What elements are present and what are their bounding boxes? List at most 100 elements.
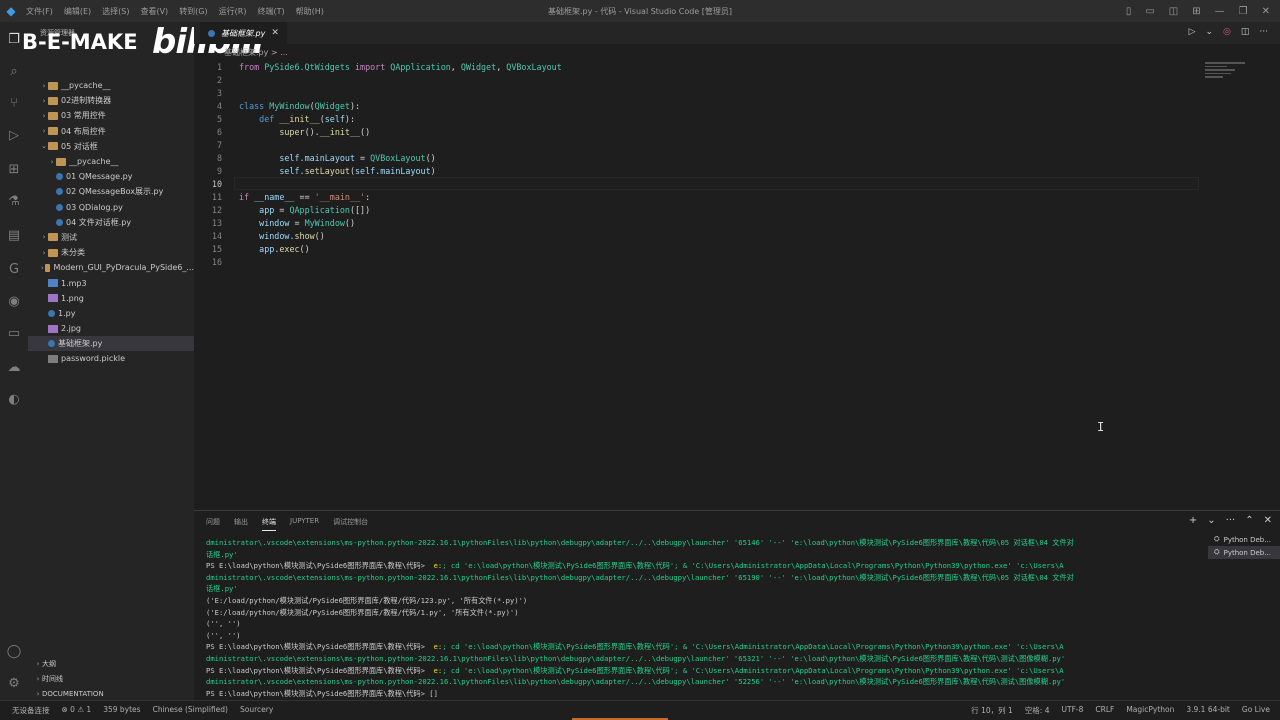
close-tab-icon[interactable]: ✕ bbox=[271, 28, 279, 38]
maximize-panel-icon[interactable]: ⌃ bbox=[1245, 515, 1253, 526]
status-item[interactable]: CRLF bbox=[1095, 705, 1114, 716]
tree-file[interactable]: 基础框架.py bbox=[28, 336, 194, 352]
editor-tabs: 基础框架.py ✕ ▷ ⌄ ◎ ◫ ··· bbox=[194, 22, 1280, 44]
book-icon[interactable]: ▤ bbox=[0, 224, 28, 246]
extensions-icon[interactable]: ⊞ bbox=[0, 158, 28, 180]
g-icon[interactable]: G bbox=[0, 258, 28, 280]
status-item[interactable]: 空格: 4 bbox=[1025, 705, 1050, 716]
tree-file[interactable]: 1.mp3 bbox=[28, 275, 194, 290]
terminal-output[interactable]: dministrator\.vscode\extensions\ms-pytho… bbox=[206, 537, 1191, 699]
status-item[interactable]: 359 bytes bbox=[103, 705, 140, 716]
panel-tab[interactable]: 输出 bbox=[234, 517, 248, 531]
source-control-icon[interactable]: ⑂ bbox=[0, 92, 28, 114]
window-controls: ▯ ▭ ◫ ⊞ — ❐ ✕ bbox=[1126, 0, 1280, 22]
toggle-panel-icon[interactable]: ▭ bbox=[1145, 6, 1154, 17]
code-token: QVBoxLayout bbox=[370, 152, 426, 163]
panel-tab[interactable]: 调试控制台 bbox=[333, 517, 368, 531]
line-number: 5 bbox=[216, 113, 222, 124]
close-window-button[interactable]: ✕ bbox=[1262, 6, 1270, 17]
menu-item[interactable]: 运行(R) bbox=[219, 6, 247, 17]
menu-item[interactable]: 查看(V) bbox=[140, 6, 168, 17]
menu-item[interactable]: 终端(T) bbox=[257, 6, 284, 17]
run-debug-icon[interactable]: ▷ bbox=[0, 124, 28, 146]
account-icon[interactable]: ◯ bbox=[0, 640, 28, 662]
tree-folder[interactable]: › __pycache__ bbox=[28, 154, 194, 169]
sidebar-section-0[interactable]: › 大纲 bbox=[28, 656, 194, 671]
tree-file[interactable]: 01 QMessage.py bbox=[28, 169, 194, 184]
tree-file[interactable]: 04 文件对话框.py bbox=[28, 215, 194, 230]
tree-file[interactable]: 1.png bbox=[28, 291, 194, 306]
tree-folder[interactable]: › 03 常用控件 bbox=[28, 108, 194, 123]
menu-item[interactable]: 帮助(H) bbox=[296, 6, 324, 17]
tree-item-label: 01 QMessage.py bbox=[66, 172, 133, 182]
minimap[interactable] bbox=[1205, 60, 1265, 90]
menu-item[interactable]: 编辑(E) bbox=[64, 6, 91, 17]
status-item[interactable]: Go Live bbox=[1242, 705, 1270, 716]
status-item[interactable]: 3.9.1 64-bit bbox=[1186, 705, 1230, 716]
code-token: , bbox=[450, 61, 461, 72]
image-file-icon bbox=[48, 324, 58, 333]
code-token: if bbox=[239, 191, 255, 202]
tree-folder[interactable]: › 测试 bbox=[28, 230, 194, 245]
split-editor-icon[interactable]: ◫ bbox=[1241, 27, 1250, 37]
tree-file[interactable]: 03 QDialog.py bbox=[28, 200, 194, 215]
breadcrumb[interactable]: 基础框架.py > ... bbox=[224, 47, 288, 58]
line-number: 8 bbox=[216, 152, 222, 163]
folder-icon[interactable]: ▭ bbox=[0, 322, 28, 344]
status-item[interactable]: MagicPython bbox=[1126, 705, 1174, 716]
settings-gear-icon[interactable]: ⚙ bbox=[0, 672, 28, 694]
close-panel-icon[interactable]: ✕ bbox=[1264, 515, 1272, 526]
code-token: __name__ bbox=[254, 191, 295, 202]
tree-folder[interactable]: › 02进制转换器 bbox=[28, 93, 194, 108]
more-actions-icon[interactable]: ··· bbox=[1259, 27, 1268, 37]
status-item[interactable]: 行 10，列 1 bbox=[971, 705, 1013, 716]
tree-folder[interactable]: ⌄ 05 对话框 bbox=[28, 139, 194, 154]
code-token: QApplication bbox=[390, 61, 451, 72]
tree-file[interactable]: 1.py bbox=[28, 306, 194, 321]
debug-icon[interactable]: ◎ bbox=[1223, 27, 1231, 37]
terminal-instance[interactable]: ⛭ Python Deb... bbox=[1208, 533, 1280, 546]
code-line: 8 self. mainLayout = QVBoxLayout() bbox=[194, 151, 436, 164]
menu-item[interactable]: 转到(G) bbox=[179, 6, 207, 17]
search-icon[interactable]: ⌕ bbox=[0, 60, 28, 82]
sidebar-section-1[interactable]: › 时间线 bbox=[28, 671, 194, 686]
chevron-right-icon: › bbox=[42, 96, 46, 105]
menu-item[interactable]: 文件(F) bbox=[26, 6, 53, 17]
tree-folder[interactable]: › __pycache__ bbox=[28, 78, 194, 93]
chevron-down-icon[interactable]: ⌄ bbox=[1205, 27, 1213, 37]
status-item[interactable]: 无设备连接 bbox=[12, 705, 50, 716]
status-item[interactable]: Sourcery bbox=[240, 705, 273, 716]
new-terminal-icon[interactable]: + bbox=[1189, 515, 1197, 526]
tree-folder[interactable]: › 未分类 bbox=[28, 245, 194, 260]
maximize-button[interactable]: ❐ bbox=[1239, 6, 1248, 17]
docker-icon[interactable]: ☁ bbox=[0, 356, 28, 378]
panel-tab[interactable]: 终端 bbox=[262, 517, 276, 531]
globe-icon[interactable]: ◉ bbox=[0, 290, 28, 312]
customize-layout-icon[interactable]: ⊞ bbox=[1192, 6, 1200, 17]
chevron-down-icon[interactable]: ⌄ bbox=[1207, 515, 1215, 526]
tree-folder[interactable]: › Modern_GUI_PyDracula_PySide6_... bbox=[28, 260, 194, 275]
more-actions-icon[interactable]: ··· bbox=[1226, 515, 1236, 526]
split-layout-icon[interactable]: ◫ bbox=[1169, 6, 1178, 17]
run-file-icon[interactable]: ▷ bbox=[1189, 27, 1196, 37]
tree-folder[interactable]: › 04 布局控件 bbox=[28, 124, 194, 139]
edge-icon[interactable]: ◐ bbox=[0, 388, 28, 410]
panel-tab[interactable]: 问题 bbox=[206, 517, 220, 531]
toggle-sidebar-icon[interactable]: ▯ bbox=[1126, 6, 1132, 17]
tree-file[interactable]: password.pickle bbox=[28, 351, 194, 366]
tree-file[interactable]: 2.jpg bbox=[28, 321, 194, 336]
tree-file[interactable]: 02 QMessageBox展示.py bbox=[28, 184, 194, 199]
flask-icon[interactable]: ⚗ bbox=[0, 190, 28, 212]
status-item[interactable]: UTF-8 bbox=[1062, 705, 1084, 716]
python-file-icon bbox=[48, 340, 55, 348]
terminal-instance[interactable]: ⛭ Python Deb... bbox=[1208, 546, 1280, 559]
status-item[interactable]: ⊗ 0 ⚠ 1 bbox=[62, 705, 92, 716]
menu-item[interactable]: 选择(S) bbox=[102, 6, 129, 17]
tab-basic-framework[interactable]: 基础框架.py ✕ bbox=[200, 22, 287, 44]
code-editor[interactable]: 1 from PySide6.QtWidgets import QApplicat… bbox=[194, 60, 1280, 500]
minimize-button[interactable]: — bbox=[1215, 6, 1225, 17]
panel-tab[interactable]: JUPYTER bbox=[290, 517, 319, 531]
status-item[interactable]: Chinese (Simplified) bbox=[153, 705, 228, 716]
